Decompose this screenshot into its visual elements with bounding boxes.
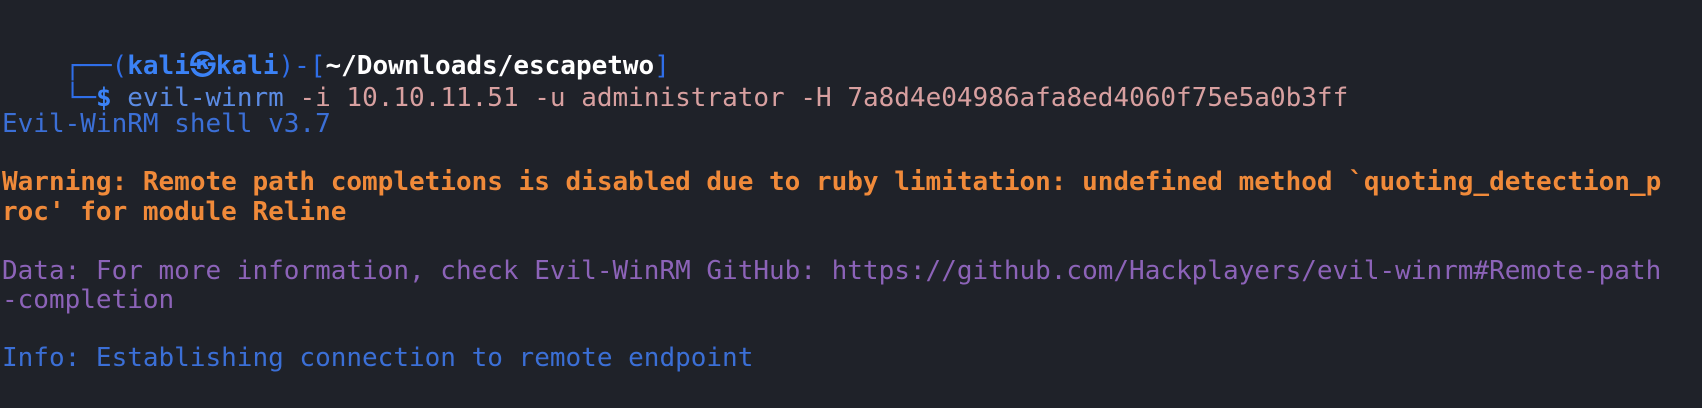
command-line[interactable]: └─$ evil-winrm -i 10.10.11.51 -u adminis… bbox=[2, 50, 1349, 113]
info-text: Info: Establishing connection to remote … bbox=[2, 343, 754, 373]
terminal-window[interactable]: ┌──(kali㉿kali)-[~/Downloads/escapetwo] └… bbox=[0, 0, 1702, 408]
data-text-line2: -completion bbox=[2, 285, 175, 315]
prompt-line-top: ┌──(kali㉿kali)-[~/Downloads/escapetwo] bbox=[2, 18, 670, 81]
banner-text: Evil-WinRM shell v3.7 bbox=[2, 109, 331, 139]
data-text-line1: Data: For more information, check Evil-W… bbox=[2, 256, 1662, 286]
command-args: -i 10.10.11.51 -u administrator -H 7a8d4… bbox=[283, 83, 1349, 113]
warning-text-line2: roc' for module Reline bbox=[2, 197, 347, 227]
warning-text-line1: Warning: Remote path completions is disa… bbox=[2, 167, 1662, 197]
